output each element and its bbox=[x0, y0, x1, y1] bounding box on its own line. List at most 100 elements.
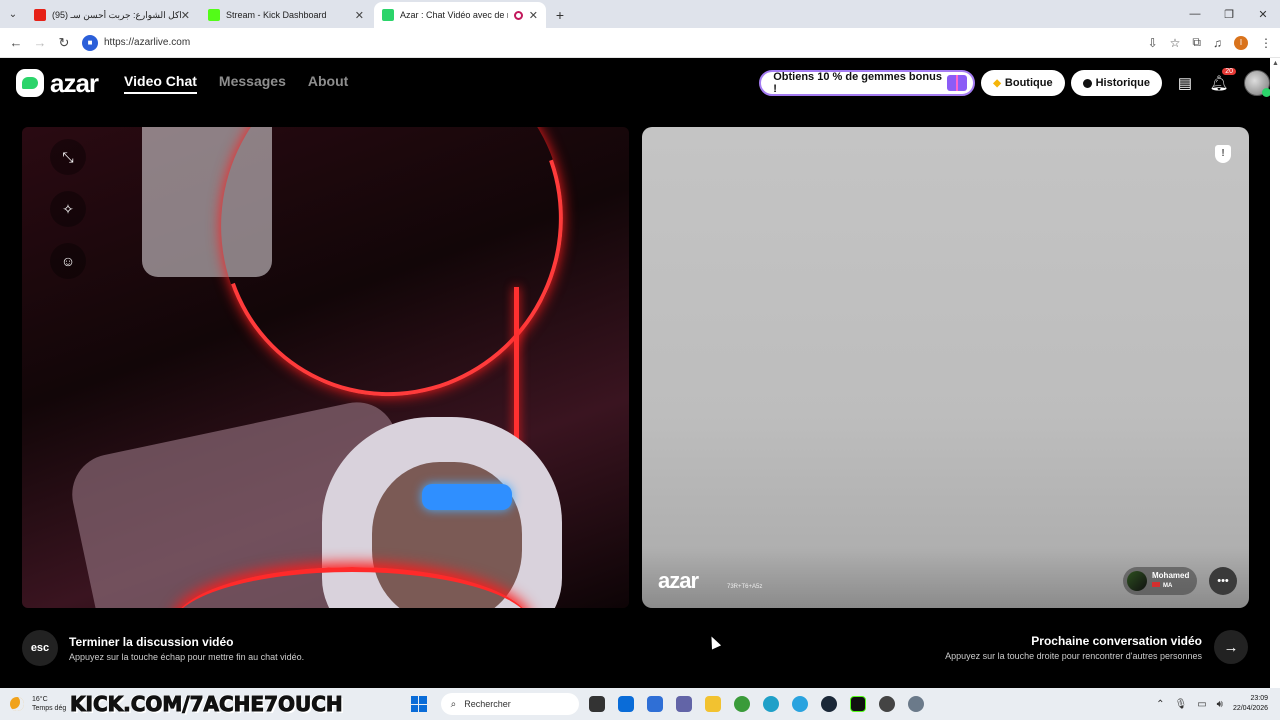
promo-label: Obtiens 10 % de gemmes bonus ! bbox=[773, 71, 942, 95]
tab-azar[interactable]: Azar : Chat Vidéo avec de n ✕ bbox=[374, 2, 546, 28]
flag-icon bbox=[1152, 582, 1160, 587]
face-filter-icon[interactable]: ☺ bbox=[50, 243, 86, 279]
settings-gear-icon[interactable] bbox=[907, 696, 924, 712]
chat-bubble-icon[interactable]: ••• bbox=[1209, 567, 1237, 595]
watermark-id: 73R+T6+A5z bbox=[727, 584, 763, 590]
teams-icon[interactable] bbox=[675, 696, 692, 712]
end-chat-subtitle: Appuyez sur la touche échap pour mettre … bbox=[69, 651, 305, 662]
new-tab-button[interactable]: + bbox=[548, 2, 572, 28]
microphone-icon[interactable]: 🎙︎ bbox=[1174, 699, 1187, 710]
browser-menu-icon[interactable]: ⋮ bbox=[1260, 36, 1272, 50]
nav-video-chat[interactable]: Video Chat bbox=[124, 73, 197, 94]
install-app-icon[interactable]: ⇩ bbox=[1148, 36, 1158, 50]
tab-youtube[interactable]: (95) اكل الشوارع: جربت أحسن سـ... ✕ bbox=[26, 2, 198, 28]
restore-icon[interactable]: ❐ bbox=[1212, 8, 1246, 21]
magic-wand-icon[interactable]: ✧ bbox=[50, 191, 86, 227]
stream-overlay-text: KICK.COM/7ACHE7OUCH bbox=[70, 692, 344, 717]
mouse-cursor bbox=[706, 634, 722, 650]
clock[interactable]: 23:09 22/04/2026 bbox=[1233, 694, 1268, 714]
chrome-icon[interactable] bbox=[733, 696, 750, 712]
report-shield-icon[interactable]: ! bbox=[1215, 145, 1231, 163]
system-tray: ⌃ 🎙︎ ▭ 🔊︎ 23:09 22/04/2026 bbox=[1156, 694, 1280, 714]
history-label: Historique bbox=[1095, 77, 1150, 89]
watermark-logo: azar bbox=[658, 568, 699, 593]
close-window-icon[interactable]: ✕ bbox=[1246, 8, 1280, 21]
recording-icon bbox=[513, 10, 523, 20]
media-control-icon[interactable]: ♫ bbox=[1213, 36, 1222, 50]
moon-icon bbox=[10, 697, 24, 711]
close-tab-icon[interactable]: ✕ bbox=[529, 9, 538, 22]
obs-icon[interactable] bbox=[878, 696, 895, 712]
end-chat-title: Terminer la discussion vidéo bbox=[69, 634, 234, 649]
tab-title: Stream - Kick Dashboard bbox=[226, 10, 327, 20]
nav-messages[interactable]: Messages bbox=[219, 73, 286, 94]
gift-icon bbox=[947, 75, 968, 91]
minimize-video-icon[interactable]: ⤡ bbox=[50, 139, 86, 175]
logo-mark-icon bbox=[16, 69, 44, 97]
extensions-icon[interactable]: ⧉ bbox=[1192, 35, 1201, 50]
outlook-icon[interactable] bbox=[646, 696, 663, 712]
search-icon: ⌕ bbox=[450, 698, 457, 710]
shop-label: Boutique bbox=[1004, 77, 1053, 89]
taskbar-search[interactable]: ⌕ Rechercher bbox=[440, 693, 579, 715]
gem-bonus-promo-button[interactable]: Obtiens 10 % de gemmes bonus ! bbox=[759, 70, 976, 96]
notification-bell-icon[interactable]: 🔔︎ 20 bbox=[1208, 68, 1236, 96]
nav-about[interactable]: About bbox=[308, 73, 348, 94]
shop-button[interactable]: ◆ Boutique bbox=[981, 70, 1065, 96]
user-avatar[interactable] bbox=[1244, 70, 1271, 97]
tab-list-button[interactable]: ⌄ bbox=[0, 0, 26, 28]
profile-avatar[interactable]: I bbox=[1234, 35, 1248, 50]
chevron-up-icon[interactable]: ⌃ bbox=[1156, 699, 1164, 710]
search-placeholder: Rechercher bbox=[464, 699, 511, 709]
next-chat-control: Prochaine conversation vidéo Appuyez sur… bbox=[945, 630, 1248, 664]
volume-icon[interactable]: 🔊︎ bbox=[1217, 699, 1223, 710]
history-button[interactable]: Historique bbox=[1070, 70, 1162, 96]
next-chat-subtitle: Appuyez sur la touche droite pour rencon… bbox=[945, 650, 1202, 661]
inbox-icon[interactable]: ▤ bbox=[1174, 70, 1196, 96]
end-chat-control: esc Terminer la discussion vidéo Appuyez… bbox=[22, 630, 304, 666]
network-icon[interactable]: ▭ bbox=[1197, 699, 1206, 710]
page-scrollbar[interactable]: ▲ bbox=[1270, 58, 1280, 688]
store-icon[interactable] bbox=[617, 696, 634, 712]
peer-avatar bbox=[1127, 571, 1147, 591]
close-tab-icon[interactable]: ✕ bbox=[181, 9, 190, 22]
edge-icon[interactable] bbox=[762, 696, 779, 712]
temperature: 16°C bbox=[32, 696, 48, 703]
app-header: azar Video Chat Messages About Obtiens 1… bbox=[0, 58, 1271, 108]
notification-badge: 20 bbox=[1222, 68, 1236, 75]
kick-app-icon[interactable] bbox=[849, 696, 866, 712]
video-scene-neon bbox=[163, 127, 621, 453]
peer-profile-chip[interactable]: Mohamed MA bbox=[1123, 567, 1197, 595]
window-controls: — ❐ ✕ bbox=[1178, 0, 1280, 28]
minimize-icon[interactable]: — bbox=[1178, 8, 1212, 20]
bookmark-star-icon[interactable]: ☆ bbox=[1170, 36, 1181, 50]
youtube-icon bbox=[34, 9, 46, 21]
tab-kick[interactable]: Stream - Kick Dashboard ✕ bbox=[200, 2, 372, 28]
peer-name: Mohamed bbox=[1152, 571, 1190, 580]
local-video: ⤡ ✧ ☺ bbox=[22, 127, 629, 608]
date: 22/04/2026 bbox=[1232, 705, 1268, 712]
task-view-icon[interactable] bbox=[588, 696, 605, 712]
reload-icon[interactable]: ↻ bbox=[52, 35, 76, 51]
site-info-icon[interactable]: ■ bbox=[82, 34, 98, 51]
tab-title: Azar : Chat Vidéo avec de n bbox=[400, 10, 508, 20]
os-taskbar: 16°C Temps dég KICK.COM/7ACHE7OUCH ⌕ Rec… bbox=[0, 688, 1280, 720]
weather-widget[interactable]: 16°C Temps dég bbox=[0, 695, 72, 713]
file-explorer-icon[interactable] bbox=[704, 696, 721, 712]
next-chat-button[interactable]: → bbox=[1214, 630, 1248, 664]
remote-video: ! azar 73R+T6+A5z Mohamed MA ••• bbox=[642, 127, 1249, 608]
close-tab-icon[interactable]: ✕ bbox=[355, 9, 364, 22]
end-chat-button[interactable]: esc bbox=[22, 630, 58, 666]
logo-text: azar bbox=[50, 67, 99, 98]
forward-icon[interactable]: → bbox=[28, 35, 52, 50]
windows-start-icon[interactable] bbox=[410, 696, 427, 712]
azar-logo[interactable]: azar bbox=[16, 67, 99, 99]
back-icon[interactable]: ← bbox=[4, 35, 28, 50]
gem-icon: ◆ bbox=[993, 77, 1001, 89]
steam-icon[interactable] bbox=[820, 696, 837, 712]
telegram-icon[interactable] bbox=[791, 696, 808, 712]
video-scene-glasses bbox=[422, 484, 512, 510]
clock-icon bbox=[1082, 78, 1092, 88]
url-field[interactable]: https://azarlive.com bbox=[104, 37, 190, 48]
video-tools: ⤡ ✧ ☺ bbox=[50, 139, 86, 279]
